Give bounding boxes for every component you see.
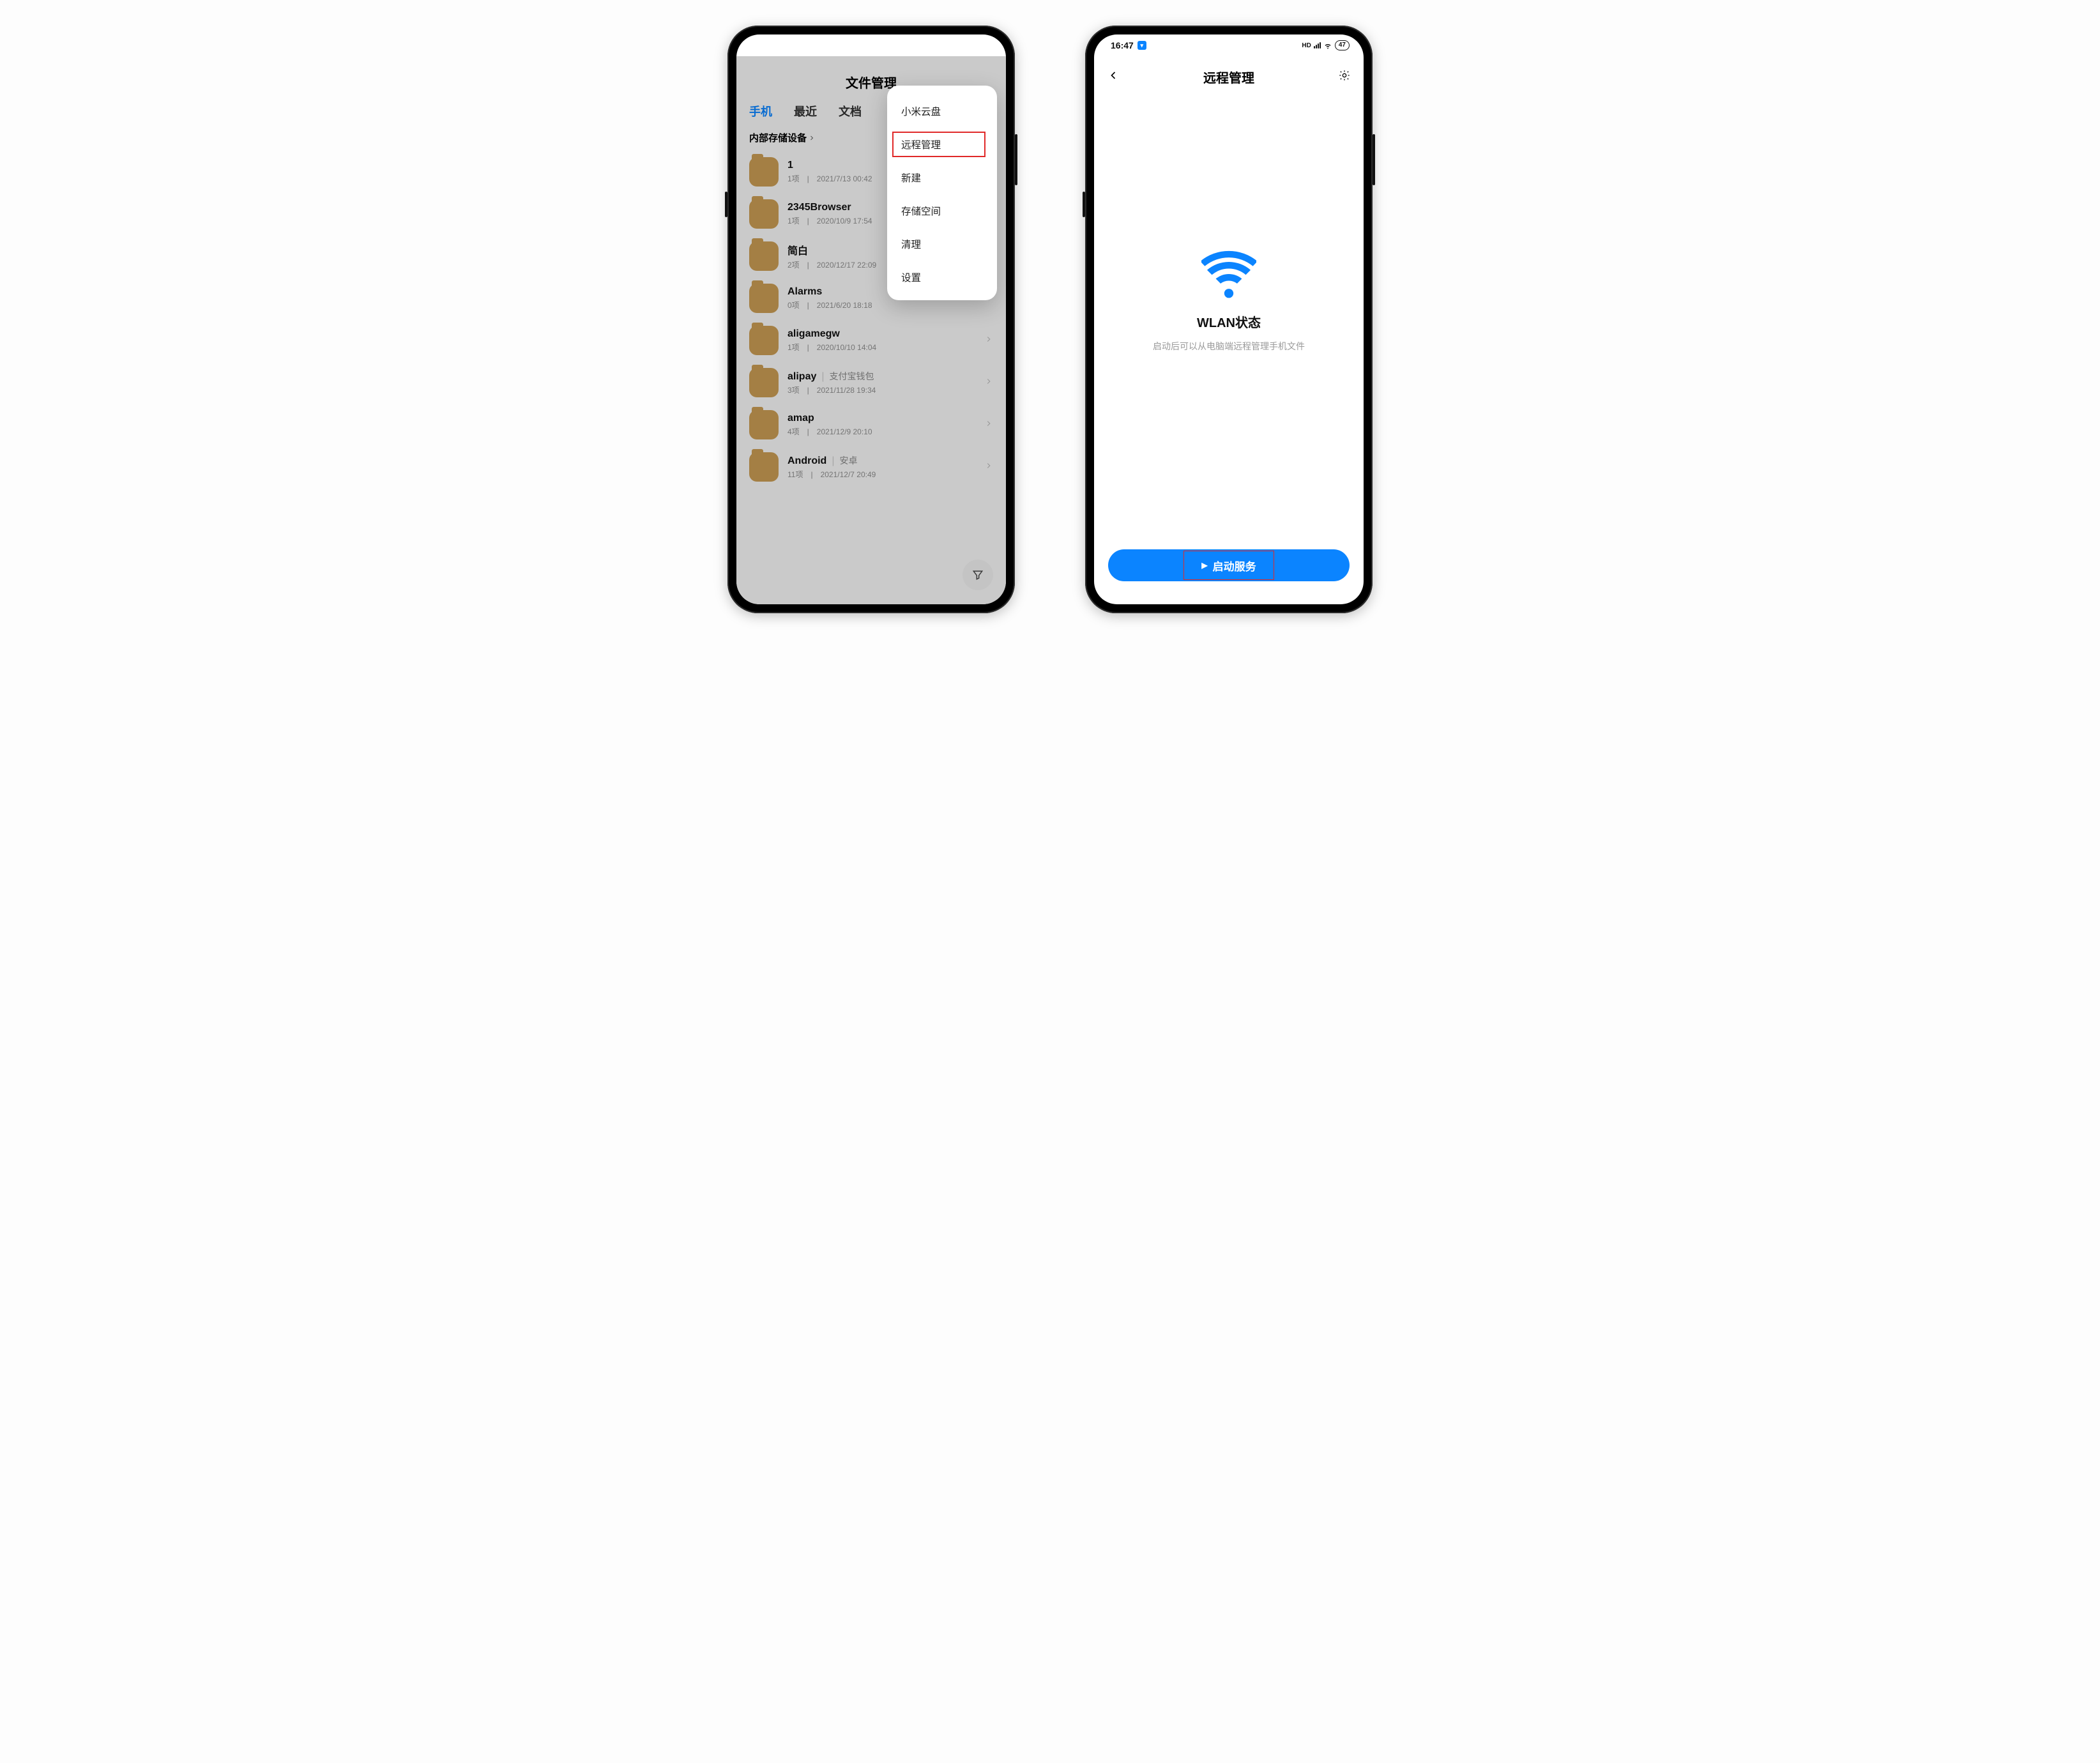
filter-button[interactable]	[963, 560, 993, 590]
chevron-right-icon	[984, 377, 993, 389]
menu-item-clean[interactable]: 清理	[887, 227, 997, 261]
chevron-right-icon	[808, 134, 816, 142]
status-bar: 16:47 ▾ HD 47	[1094, 34, 1364, 56]
screen-file-manager: 16:51 HD 46 文件管理 手机 最近 文档 内部存储设备	[736, 34, 1006, 604]
signal-icon	[1314, 42, 1321, 49]
menu-item-storage[interactable]: 存储空间	[887, 194, 997, 227]
file-name: 1	[788, 160, 793, 171]
screen-remote-manage: 16:47 ▾ HD 47 远程管理	[1094, 34, 1364, 604]
menu-item-new[interactable]: 新建	[887, 161, 997, 194]
play-icon: ▶	[1201, 561, 1207, 570]
page-title: 远程管理	[1203, 68, 1254, 86]
notification-icon: ▾	[1138, 41, 1146, 50]
overflow-menu: 小米云盘 远程管理 新建 存储空间 清理 设置	[887, 86, 997, 300]
folder-icon	[749, 452, 779, 482]
battery-indicator: 47	[1335, 40, 1350, 50]
settings-button[interactable]	[1338, 69, 1351, 85]
file-meta: 11项 | 2021/12/7 20:49	[788, 469, 975, 480]
header: 远程管理	[1094, 56, 1364, 86]
folder-icon	[749, 368, 779, 397]
start-service-button[interactable]: ▶ 启动服务	[1108, 549, 1350, 581]
file-row[interactable]: Android |安卓 11项 | 2021/12/7 20:49	[745, 446, 997, 488]
tab-recent[interactable]: 最近	[794, 103, 817, 119]
status-time: 16:47	[1111, 40, 1134, 50]
file-name: 2345Browser	[788, 202, 851, 213]
file-meta: 4项 | 2021/12/9 20:10	[788, 426, 975, 437]
battery-indicator: 46	[977, 40, 992, 50]
file-text: amap 4项 | 2021/12/9 20:10	[788, 413, 975, 437]
chevron-right-icon	[984, 461, 993, 473]
wlan-state-desc: 启动后可以从电脑端远程管理手机文件	[1153, 340, 1305, 353]
status-hd: HD	[944, 42, 953, 49]
phone-mockup-left: 16:51 HD 46 文件管理 手机 最近 文档 内部存储设备	[727, 26, 1015, 613]
file-name: alipay	[788, 371, 816, 383]
file-alt-name: 支付宝钱包	[830, 370, 874, 383]
tab-phone[interactable]: 手机	[749, 103, 772, 119]
folder-icon	[749, 284, 779, 313]
status-bar: 16:51 HD 46	[736, 34, 1006, 56]
start-service-label: 启动服务	[1213, 558, 1256, 574]
file-meta: 0项 | 2021/6/20 18:18	[788, 300, 975, 310]
filter-icon	[971, 569, 984, 581]
file-meta: 3项 | 2021/11/28 19:34	[788, 385, 975, 395]
content: WLAN状态 启动后可以从电脑端远程管理手机文件	[1094, 86, 1364, 549]
menu-item-remote[interactable]: 远程管理	[887, 128, 997, 161]
file-alt-name: 安卓	[839, 454, 857, 467]
breadcrumb-label: 内部存储设备	[749, 131, 807, 144]
status-hd: HD	[1302, 42, 1311, 49]
tab-docs[interactable]: 文档	[839, 103, 862, 119]
folder-icon	[749, 326, 779, 355]
status-time: 16:51	[753, 40, 776, 50]
phone-mockup-right: 16:47 ▾ HD 47 远程管理	[1085, 26, 1373, 613]
chevron-right-icon	[984, 335, 993, 347]
footer: ▶ 启动服务	[1094, 549, 1364, 604]
wifi-icon	[966, 41, 975, 50]
file-name: 简白	[788, 242, 808, 257]
gear-icon	[1338, 69, 1351, 82]
file-meta: 1项 | 2020/10/10 14:04	[788, 342, 975, 353]
wifi-icon	[1323, 41, 1332, 50]
file-name: Alarms	[788, 286, 822, 298]
folder-icon	[749, 199, 779, 229]
file-row[interactable]: amap 4项 | 2021/12/9 20:10	[745, 404, 997, 446]
file-name: amap	[788, 413, 814, 424]
file-name: aligamegw	[788, 328, 840, 340]
folder-icon	[749, 410, 779, 439]
file-row[interactable]: alipay |支付宝钱包 3项 | 2021/11/28 19:34	[745, 362, 997, 404]
menu-item-cloud[interactable]: 小米云盘	[887, 95, 997, 128]
file-name: Android	[788, 455, 826, 467]
folder-icon	[749, 241, 779, 271]
folder-icon	[749, 157, 779, 187]
file-text: Android |安卓 11项 | 2021/12/7 20:49	[788, 454, 975, 480]
chevron-left-icon	[1107, 69, 1120, 82]
file-manager: 文件管理 手机 最近 文档 内部存储设备 1 1项 | 2021/7/13 00…	[736, 56, 1006, 604]
file-text: aligamegw 1项 | 2020/10/10 14:04	[788, 328, 975, 353]
menu-item-settings[interactable]: 设置	[887, 261, 997, 294]
chevron-right-icon	[984, 419, 993, 431]
file-text: alipay |支付宝钱包 3项 | 2021/11/28 19:34	[788, 370, 975, 395]
file-row[interactable]: aligamegw 1项 | 2020/10/10 14:04	[745, 319, 997, 362]
wifi-illustration-icon	[1201, 245, 1256, 303]
back-button[interactable]	[1107, 69, 1120, 85]
signal-icon	[956, 42, 963, 49]
wlan-state-title: WLAN状态	[1197, 312, 1261, 331]
